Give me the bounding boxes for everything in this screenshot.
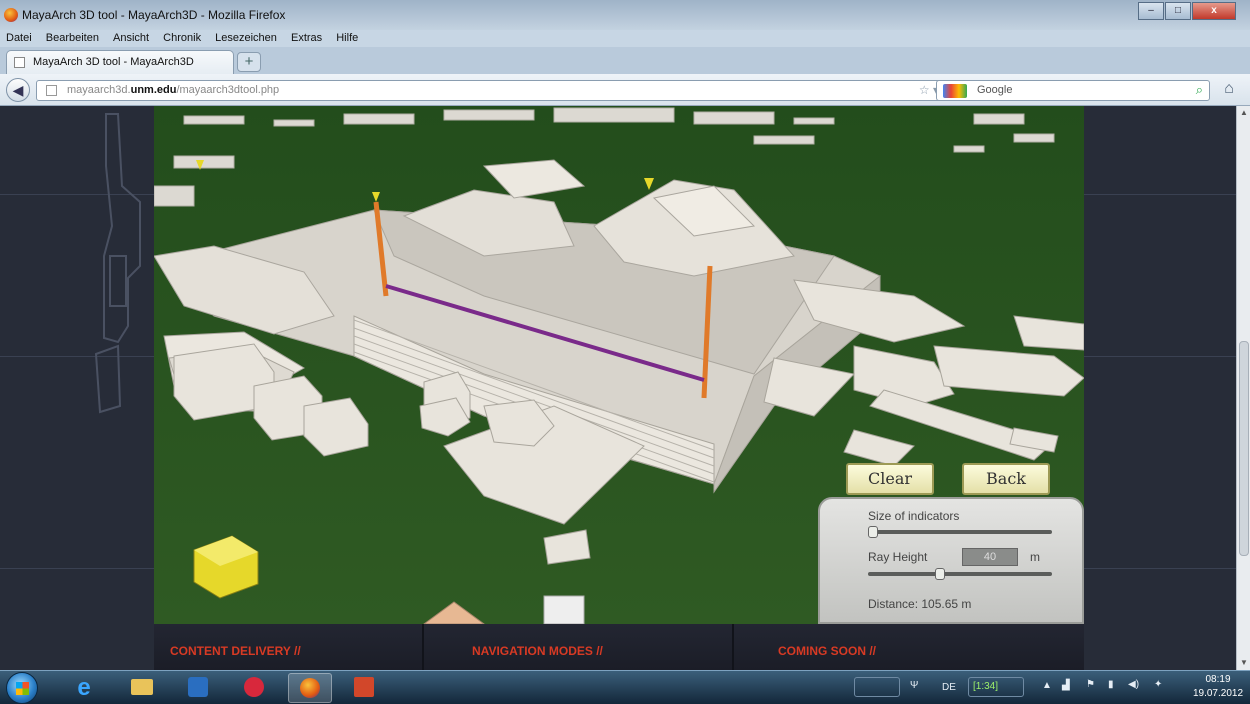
show-hidden-icons[interactable]: ▲: [1042, 680, 1052, 691]
tab-bar: MayaArch 3D tool - MayaArch3D +: [0, 47, 1250, 74]
firefox-icon: [4, 8, 18, 22]
page-scrollbar[interactable]: ▲ ▼: [1236, 106, 1250, 670]
powerpoint-icon[interactable]: [342, 673, 386, 703]
action-center-flag-icon[interactable]: ⚑: [1086, 679, 1095, 690]
ray-height-label: Ray Height: [868, 550, 928, 564]
url-path: /mayaarch3dtool.php: [176, 84, 280, 96]
maximize-button[interactable]: □: [1165, 2, 1191, 20]
url-bar[interactable]: mayaarch3d.unm.edu/mayaarch3dtool.php ☆ …: [36, 80, 960, 101]
windows-logo-icon: [16, 682, 29, 695]
close-button[interactable]: x: [1192, 2, 1236, 20]
url-host: unm.edu: [130, 84, 177, 96]
site-map-outline: [94, 113, 141, 414]
measurement-panel: Size of indicators Ray Height 40 m Dista…: [818, 497, 1084, 624]
itunes-icon[interactable]: [232, 673, 276, 703]
scroll-up-icon[interactable]: ▲: [1237, 106, 1250, 120]
home-icon: ⌂: [1224, 80, 1234, 97]
tab-mayaarch[interactable]: MayaArch 3D tool - MayaArch3D: [6, 50, 234, 74]
site-identity-icon: [46, 85, 57, 96]
nav-content-delivery[interactable]: CONTENT DELIVERY //: [170, 644, 301, 658]
internet-explorer-icon[interactable]: e: [62, 673, 106, 703]
clock[interactable]: 08:19 19.07.2012: [1190, 673, 1246, 701]
ray-height-slider[interactable]: [868, 568, 1052, 580]
minimize-button[interactable]: –: [1138, 2, 1164, 20]
menu-extras[interactable]: Extras: [285, 30, 327, 44]
clock-time: 08:19: [1205, 674, 1231, 685]
signal-bars-icon[interactable]: ▟: [1062, 680, 1070, 691]
nav-divider: [732, 624, 734, 670]
magnifier-icon[interactable]: ⌕: [1196, 82, 1203, 98]
ray-height-slider-knob[interactable]: [935, 568, 945, 580]
search-engine-label: Google: [977, 84, 1013, 96]
back-button[interactable]: ◀: [6, 78, 30, 102]
menu-ansicht[interactable]: Ansicht: [107, 30, 154, 44]
size-of-indicators-label: Size of indicators: [868, 509, 960, 523]
volume-icon[interactable]: ◀): [1128, 679, 1139, 690]
scroll-down-icon[interactable]: ▼: [1237, 656, 1250, 670]
window-title: MayaArch 3D tool - MayaArch3D - Mozilla …: [22, 8, 286, 22]
nav-navigation-modes[interactable]: NAVIGATION MODES //: [472, 644, 603, 658]
taskbar: e Ψ DE [1:34] ▲ ▟ ⚑ ▮ ◀) ✦ 08:19 19.07.2…: [0, 670, 1250, 704]
network-signal-icon[interactable]: [854, 677, 900, 697]
search-bar[interactable]: Google ⌕: [936, 80, 1210, 101]
menu-hilfe[interactable]: Hilfe: [330, 30, 363, 44]
tab-label: MayaArch 3D tool - MayaArch3D: [33, 56, 194, 68]
menu-bar: Datei Bearbeiten Ansicht Chronik Lesezei…: [0, 30, 1250, 47]
size-slider-knob[interactable]: [868, 526, 878, 538]
page-favicon-icon: [14, 57, 25, 68]
menu-bearbeiten[interactable]: Bearbeiten: [40, 30, 104, 44]
google-icon[interactable]: [943, 84, 967, 98]
site-bottom-nav: CONTENT DELIVERY // NAVIGATION MODES // …: [154, 624, 1084, 670]
home-button[interactable]: ⌂: [1216, 80, 1242, 102]
update-icon[interactable]: ✦: [1154, 679, 1162, 690]
file-explorer-icon[interactable]: [120, 673, 164, 703]
back-button-3d[interactable]: Back: [962, 463, 1050, 495]
arrow-left-icon: ◀: [12, 82, 24, 98]
clear-button[interactable]: Clear: [846, 463, 934, 495]
window-controls: – □ x: [1138, 2, 1236, 20]
title-bar: MayaArch 3D tool - MayaArch3D - Mozilla …: [0, 0, 1250, 30]
wireless-icon[interactable]: Ψ: [910, 680, 918, 691]
navigation-bar: ◀ mayaarch3d.unm.edu/mayaarch3dtool.php …: [0, 74, 1250, 106]
nav-coming-soon[interactable]: COMING SOON //: [778, 644, 876, 658]
menu-lesezeichen[interactable]: Lesezeichen: [209, 30, 282, 44]
menu-chronik[interactable]: Chronik: [157, 30, 206, 44]
clock-date: 19.07.2012: [1192, 688, 1244, 699]
distance-readout: Distance: 105.65 m: [868, 597, 972, 611]
ray-height-input[interactable]: 40: [962, 548, 1018, 566]
url-prefix: mayaarch3d.: [67, 84, 131, 96]
3d-viewer[interactable]: Clear Back Size of indicators Ray Height…: [154, 106, 1084, 624]
new-tab-button[interactable]: +: [237, 52, 261, 72]
power-icon[interactable]: ▮: [1108, 679, 1114, 690]
firefox-taskbar-icon[interactable]: [288, 673, 332, 703]
ray-height-unit: m: [1030, 550, 1040, 564]
screen: MayaArch 3D tool - MayaArch3D - Mozilla …: [0, 0, 1250, 704]
nav-divider: [422, 624, 424, 670]
media-player-icon[interactable]: [176, 673, 220, 703]
scrollbar-thumb[interactable]: [1239, 341, 1249, 556]
menu-datei[interactable]: Datei: [0, 30, 37, 44]
battery-indicator[interactable]: [1:34]: [968, 677, 1024, 697]
size-slider[interactable]: [868, 526, 1052, 538]
language-indicator[interactable]: DE: [942, 682, 956, 693]
windows-start-button[interactable]: [6, 672, 38, 704]
